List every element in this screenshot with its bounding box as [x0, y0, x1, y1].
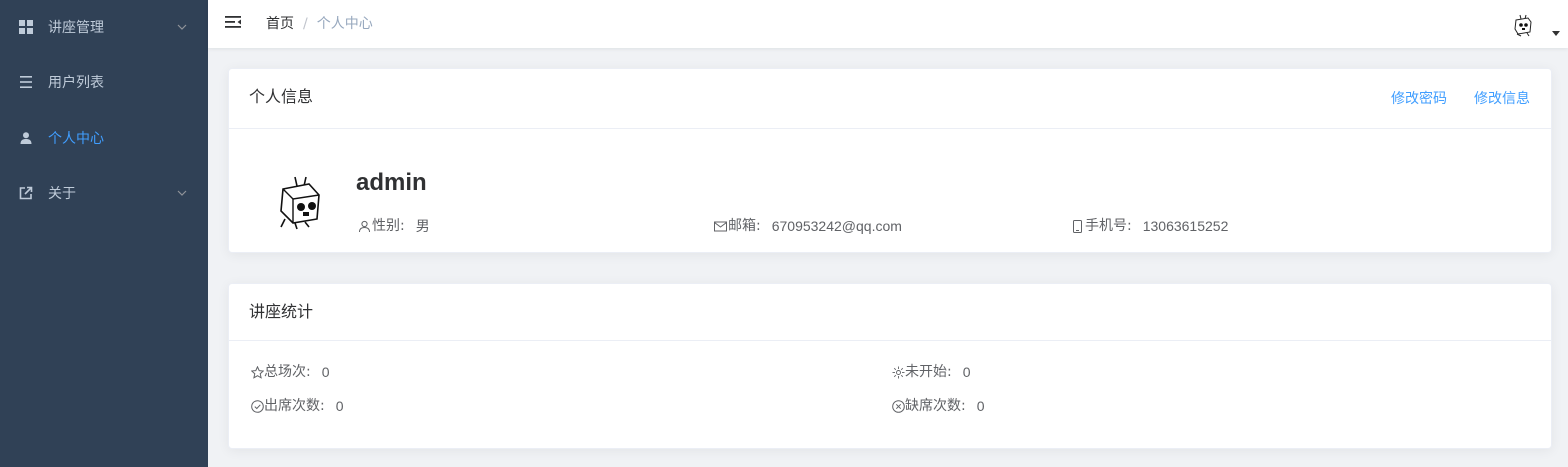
- email-info: 邮箱: 670953242@qq.com: [713, 217, 902, 235]
- list-icon: [18, 74, 34, 90]
- email-value: 670953242@qq.com: [771, 218, 902, 234]
- breadcrumb-home[interactable]: 首页: [266, 16, 294, 32]
- gender-label: 性别:: [372, 218, 405, 234]
- circle-close-icon: [891, 399, 905, 413]
- total-sessions-stat: 总场次: 0: [250, 363, 330, 381]
- avatar: [275, 175, 329, 231]
- attended-label: 出席次数:: [264, 398, 325, 414]
- star-outline-icon: [250, 365, 264, 379]
- not-started-label: 未开始:: [905, 364, 952, 380]
- attended-stat: 出席次数: 0: [250, 397, 344, 415]
- change-password-button[interactable]: 修改密码: [1391, 90, 1447, 108]
- not-started-value: 0: [962, 364, 971, 380]
- gender-value: 男: [415, 218, 430, 234]
- total-sessions-value: 0: [321, 364, 330, 380]
- sidebar-item-user-list[interactable]: 用户列表: [0, 55, 208, 111]
- user-icon: [18, 130, 34, 146]
- hamburger-menu-icon[interactable]: [225, 14, 243, 32]
- mobile-phone-icon: [1070, 219, 1084, 233]
- sidebar-item-about[interactable]: 关于: [0, 166, 208, 222]
- chevron-down-icon: [176, 20, 188, 32]
- phone-value: 13063615252: [1142, 218, 1229, 234]
- email-label: 邮箱:: [728, 218, 761, 234]
- sidebar-item-lecture-management[interactable]: 讲座管理: [0, 0, 208, 56]
- chevron-down-icon: [176, 186, 188, 198]
- card-header: 个人信息 修改密码 修改信息: [229, 69, 1551, 129]
- absent-stat: 缺席次数: 0: [891, 397, 985, 415]
- caret-down-icon[interactable]: [1552, 31, 1560, 36]
- total-sessions-label: 总场次:: [264, 364, 311, 380]
- grid-icon: [18, 19, 34, 35]
- gender-info: 性别: 男: [357, 217, 430, 235]
- phone-info: 手机号: 13063615252: [1070, 217, 1228, 235]
- username: admin: [356, 169, 427, 196]
- breadcrumb-current: 个人中心: [316, 16, 373, 32]
- phone-label: 手机号:: [1085, 218, 1132, 234]
- external-link-icon: [18, 185, 34, 201]
- sidebar-item-label: 个人中心: [48, 131, 104, 147]
- user-outline-icon: [357, 219, 371, 233]
- breadcrumb-separator: /: [303, 16, 308, 32]
- absent-label: 缺席次数:: [905, 398, 966, 414]
- circle-check-icon: [250, 399, 264, 413]
- sidebar-item-label: 用户列表: [48, 75, 104, 91]
- sidebar-item-label: 关于: [48, 186, 76, 202]
- sidebar-item-label: 讲座管理: [48, 20, 104, 36]
- avatar[interactable]: [1512, 14, 1534, 38]
- sidebar-item-personal-center[interactable]: 个人中心: [0, 111, 208, 167]
- stats-card: 讲座统计 总场次: 0 未开始: 0 出席次数: 0 缺席次数: 0: [228, 283, 1552, 449]
- mail-icon: [713, 219, 727, 233]
- edit-info-button[interactable]: 修改信息: [1474, 90, 1530, 108]
- top-navbar: 首页 / 个人中心: [208, 0, 1568, 48]
- card-header: 讲座统计: [229, 284, 1551, 341]
- sun-icon: [891, 365, 905, 379]
- attended-value: 0: [335, 398, 344, 414]
- breadcrumb: 首页 / 个人中心: [266, 15, 373, 33]
- absent-value: 0: [976, 398, 985, 414]
- not-started-stat: 未开始: 0: [891, 363, 971, 381]
- profile-card: 个人信息 修改密码 修改信息 admin 性别: 男 邮箱: 670953242…: [228, 68, 1552, 253]
- profile-card-title: 个人信息: [249, 87, 314, 106]
- stats-card-title: 讲座统计: [249, 302, 314, 321]
- sidebar: 讲座管理 用户列表 个人中心 关于: [0, 0, 208, 467]
